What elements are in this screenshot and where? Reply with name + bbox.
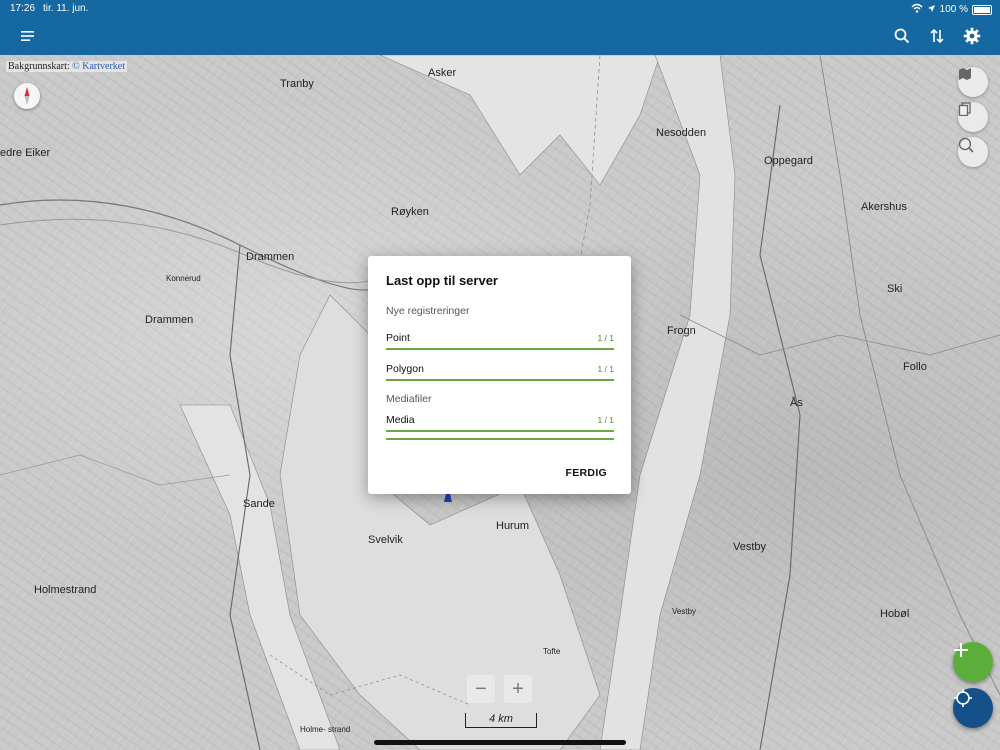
magnifier-icon: [958, 137, 974, 153]
done-button[interactable]: FERDIG: [566, 467, 607, 479]
media-progress-line: [386, 438, 614, 440]
place-label: Tofte: [543, 647, 561, 656]
place-label: Konnerud: [166, 274, 201, 283]
media-section-label: Mediafiler: [386, 393, 432, 405]
dialog-title: Last opp til server: [386, 273, 498, 288]
progress-fill: [386, 430, 614, 432]
crosshair-icon: [954, 689, 972, 707]
plus-icon: [954, 643, 968, 657]
map-icon: [959, 68, 971, 80]
place-label: Follo: [903, 361, 927, 373]
add-button[interactable]: [953, 642, 993, 682]
place-label: Vestby: [672, 607, 697, 616]
place-label: Oppegard: [764, 155, 813, 167]
row-count: 1 / 1: [597, 333, 614, 343]
zoom-out-button[interactable]: −: [467, 675, 495, 703]
menu-icon[interactable]: [18, 26, 38, 46]
kartverket-link[interactable]: © Kartverket: [72, 61, 125, 72]
progress-fill: [386, 348, 614, 350]
place-label: Asker: [428, 67, 457, 79]
location-arrow-icon: [927, 4, 936, 16]
place-label: Røyken: [391, 206, 429, 218]
zoom-in-button[interactable]: +: [504, 675, 532, 703]
magnify-button[interactable]: [958, 137, 988, 167]
status-bar: 17:26 tir. 11. jun. 100 %: [0, 0, 1000, 18]
progress-bar: [386, 348, 614, 350]
place-label: Holme- strand: [300, 725, 351, 734]
place-label: Drammen: [145, 314, 194, 326]
progress-fill: [386, 379, 614, 381]
map-layers-button[interactable]: [958, 67, 988, 97]
locate-button[interactable]: [953, 688, 993, 728]
progress-bar: [386, 379, 614, 381]
app-bar: [0, 18, 1000, 55]
place-label: Ski: [887, 283, 903, 295]
place-label: Nesodden: [656, 127, 707, 139]
new-registrations-label: Nye registreringer: [386, 305, 470, 317]
scale-bar: 4 km: [465, 713, 537, 728]
sync-icon[interactable]: [927, 26, 947, 46]
upload-dialog: Last opp til server Nye registreringer P…: [368, 256, 631, 494]
compass-icon: [24, 87, 30, 105]
place-label: edre Eiker: [0, 147, 51, 159]
place-label: Hobøl: [880, 608, 910, 620]
search-icon[interactable]: [892, 26, 912, 46]
attribution-prefix: Bakgrunnskart:: [8, 61, 70, 72]
map-attribution: Bakgrunnskart: © Kartverket: [6, 61, 128, 72]
battery-icon: [972, 4, 992, 15]
place-label: Holmestrand: [34, 584, 97, 596]
place-label: Hurum: [496, 520, 530, 532]
row-label: Media: [386, 414, 415, 426]
copy-layers-button[interactable]: [958, 102, 988, 132]
home-indicator[interactable]: [374, 740, 626, 745]
battery-percent: 100 %: [939, 4, 968, 15]
row-count: 1 / 1: [597, 415, 614, 425]
status-indicators: 100 %: [911, 3, 992, 16]
row-count: 1 / 1: [597, 364, 614, 374]
place-label: Vestby: [733, 541, 767, 553]
place-label: Ås: [790, 397, 803, 409]
compass-button[interactable]: [14, 83, 40, 109]
place-label: Akershus: [861, 201, 907, 213]
place-label: Drammen: [246, 251, 295, 263]
row-label: Polygon: [386, 363, 424, 375]
place-label: Sande: [243, 498, 275, 510]
place-label: Svelvik: [368, 534, 403, 546]
status-time: 17:26: [10, 3, 36, 14]
place-label: Tranby: [280, 78, 314, 90]
wifi-icon: [911, 3, 923, 16]
place-label: Frogn: [667, 325, 696, 337]
gear-icon[interactable]: [962, 26, 982, 46]
row-label: Point: [386, 332, 410, 344]
progress-bar: [386, 430, 614, 432]
copy-icon: [958, 102, 971, 116]
status-date: tir. 11. jun.: [43, 3, 89, 14]
